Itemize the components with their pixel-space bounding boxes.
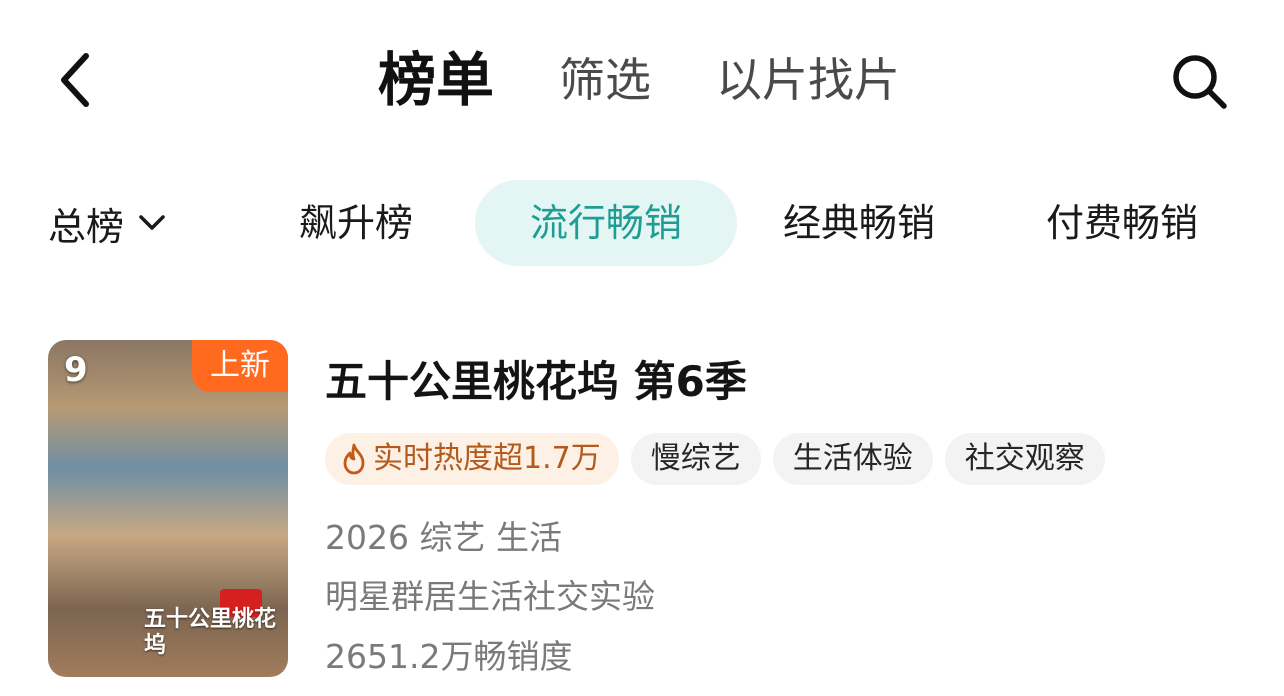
chevron-down-icon — [138, 214, 166, 232]
item-sales: 2651.2万畅销度 — [325, 637, 573, 676]
top-tab-bar: 榜单 筛选 以片找片 — [0, 40, 1284, 120]
tab-find-by-film[interactable]: 以片找片 — [716, 40, 900, 120]
poster-image[interactable]: 9 上新 五十公里桃花坞 — [48, 340, 288, 677]
category-tab-bar: 总榜 飙升榜 流行畅销 经典畅销 付费畅销 — [0, 180, 1284, 266]
search-icon — [1173, 55, 1227, 109]
genre-tag[interactable]: 慢综艺 — [630, 433, 761, 485]
genre-tag[interactable]: 社交观察 — [944, 433, 1105, 485]
flame-icon — [341, 443, 367, 475]
category-tab-paid[interactable]: 付费畅销 — [1046, 180, 1198, 266]
tab-filter[interactable]: 筛选 — [559, 40, 651, 120]
item-year-genre: 2026 综艺 生活 — [325, 518, 562, 557]
heat-label: 实时热度超1.7万 — [373, 441, 601, 476]
item-description: 明星群居生活社交实验 — [325, 577, 655, 616]
search-button[interactable] — [1162, 46, 1238, 118]
category-tab-rising[interactable]: 飙升榜 — [299, 180, 413, 266]
poster-title-logo: 五十公里桃花坞 — [144, 607, 277, 658]
rank-number: 9 — [64, 350, 88, 390]
category-tab-popular[interactable]: 流行畅销 — [475, 180, 737, 266]
list-item[interactable]: 9 上新 五十公里桃花坞 五十公里桃花坞 第6季 实时热度超1.7万 慢综艺 生… — [48, 340, 1248, 680]
tag-list: 实时热度超1.7万 慢综艺 生活体验 社交观察 — [325, 433, 1117, 485]
category-all-dropdown[interactable]: 总榜 — [48, 180, 166, 266]
new-badge: 上新 — [192, 340, 288, 392]
genre-tag[interactable]: 生活体验 — [772, 433, 933, 485]
tab-ranking[interactable]: 榜单 — [378, 40, 494, 120]
heat-tag: 实时热度超1.7万 — [325, 433, 619, 485]
ranking-page: 榜单 筛选 以片找片 总榜 飙升榜 流行畅销 经典畅销 付费畅销 9 上新 五十… — [0, 0, 1284, 696]
item-title[interactable]: 五十公里桃花坞 第6季 — [325, 348, 747, 409]
category-tab-classic[interactable]: 经典畅销 — [783, 180, 935, 266]
category-all-label: 总榜 — [48, 204, 125, 249]
